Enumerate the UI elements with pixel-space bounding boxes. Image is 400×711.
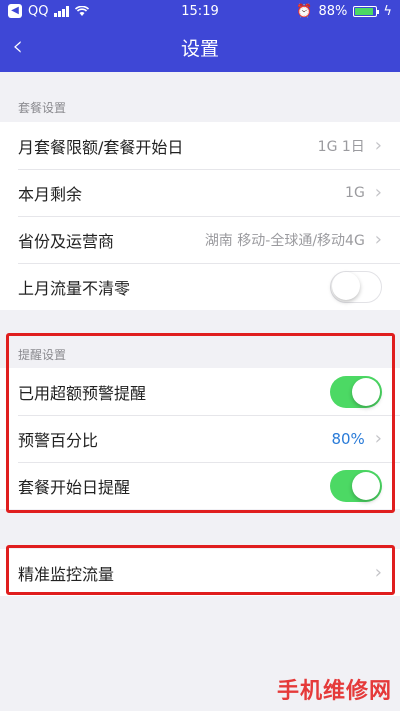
row-label: 已用超额预警提醒 [18,383,147,403]
row-label: 月套餐限额/套餐开始日 [18,137,184,157]
signal-icon [54,5,70,17]
section-label-reminder: 提醒设置 [18,348,67,362]
row-label: 精准监控流量 [18,564,115,584]
page-title: 设置 [180,37,219,60]
toggle-knob [352,377,380,406]
row-rollover: 上月流量不清零 [0,263,400,310]
chevron-right-icon: › [374,181,382,203]
row-start-day-reminder: 套餐开始日提醒 [0,462,400,509]
row-value: 湖南 移动-全球通/移动4G [204,232,365,249]
overuse-alert-toggle[interactable] [330,375,382,408]
toggle-knob [332,272,360,300]
battery-icon [353,5,380,17]
chevron-right-icon: › [374,228,382,250]
start-day-reminder-toggle[interactable] [330,469,382,502]
reminder-settings-group: 已用超额预警提醒 预警百分比 80% › 套餐开始日提醒 [0,368,400,509]
battery-percent: 88% [318,3,348,19]
row-label: 省份及运营商 [18,231,115,251]
rollover-toggle[interactable] [330,270,382,303]
section-label-plan: 套餐设置 [18,101,67,115]
row-monthly-limit[interactable]: 月套餐限额/套餐开始日 1G 1日 › [0,122,400,169]
row-alert-percent[interactable]: 预警百分比 80% › [0,415,400,462]
row-value: 80% [331,429,365,448]
monitor-group: 精准监控流量 › [0,549,400,596]
back-to-app-icon[interactable]: ◀ [8,4,22,18]
row-remaining[interactable]: 本月剩余 1G › [0,169,400,216]
row-value: 1G [345,184,365,201]
watermark: 手机维修网 [276,679,392,704]
toggle-knob [352,471,380,500]
row-precise-monitor[interactable]: 精准监控流量 › [0,549,400,596]
row-label: 预警百分比 [18,430,99,450]
chevron-right-icon: › [374,134,382,156]
row-value: 1G 1日 [317,138,365,155]
charging-icon: ϟ [383,3,392,19]
app-header: ◀ QQ 15:19 ⏰ 88% ϟ ‹ 设置 [0,0,400,72]
wifi-icon [75,6,90,16]
chevron-right-icon: › [374,561,382,583]
row-label: 套餐开始日提醒 [18,477,131,497]
row-label: 上月流量不清零 [18,278,131,298]
alarm-icon: ⏰ [296,3,313,19]
row-province-carrier[interactable]: 省份及运营商 湖南 移动-全球通/移动4G › [0,216,400,263]
back-icon[interactable]: ‹ [12,30,23,62]
plan-settings-group: 月套餐限额/套餐开始日 1G 1日 › 本月剩余 1G › 省份及运营商 湖南 … [0,122,400,310]
status-bar: ◀ QQ 15:19 ⏰ 88% ϟ [0,0,400,22]
row-label: 本月剩余 [18,184,83,204]
chevron-right-icon: › [374,427,382,449]
row-overuse-alert: 已用超额预警提醒 [0,368,400,415]
nav-bar: ‹ 设置 [0,22,400,72]
carrier-label: QQ [28,3,49,19]
